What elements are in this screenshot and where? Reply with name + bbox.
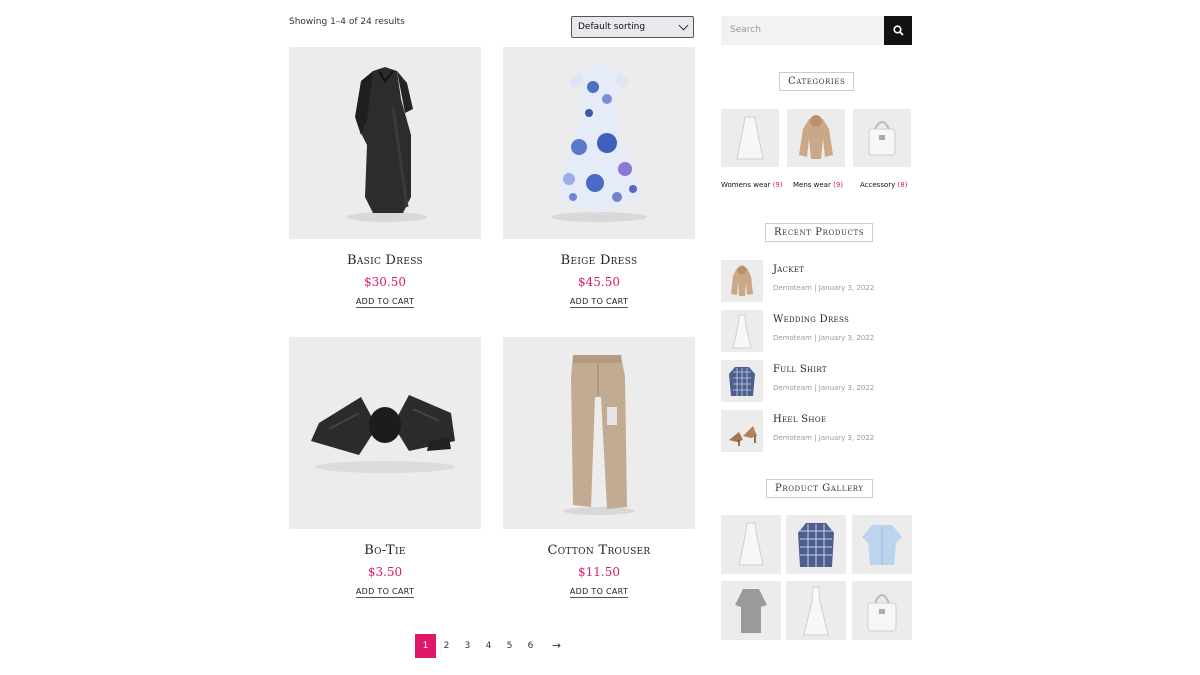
product-card: Cotton Trouser $11.50 ADD TO CART	[503, 337, 695, 598]
category-womens-wear-image[interactable]	[721, 109, 779, 167]
category-count: (9)	[833, 181, 844, 189]
recent-product-item: Heel Shoe Demoteam | January 3, 2022	[721, 410, 912, 452]
product-card: Basic Dress $30.50 ADD TO CART	[289, 47, 481, 308]
product-price: $3.50	[367, 565, 403, 579]
recent-product-title[interactable]: Wedding Dress	[773, 314, 849, 325]
add-to-cart-button[interactable]: ADD TO CART	[355, 587, 415, 598]
gallery-white-gown-image[interactable]	[786, 581, 846, 640]
category-label: Accessory	[860, 181, 896, 189]
recent-product-title[interactable]: Jacket	[773, 264, 804, 275]
product-title[interactable]: Basic Dress	[289, 253, 481, 268]
page-link-1[interactable]: 1	[415, 634, 436, 658]
page-link-5[interactable]: 5	[499, 634, 520, 658]
recent-product-meta: Demoteam | January 3, 2022	[773, 334, 875, 342]
jacket-thumbnail[interactable]	[721, 260, 763, 302]
pagination: 1 2 3 4 5 6 →	[415, 634, 572, 658]
product-card: Beige Dress $45.50 ADD TO CART	[503, 47, 695, 308]
product-card: Bo-Tie $3.50 ADD TO CART	[289, 337, 481, 598]
sort-select-value: Default sorting	[578, 22, 646, 32]
recent-product-item: Wedding Dress Demoteam | January 3, 2022	[721, 310, 912, 352]
gallery-handbag-image[interactable]	[852, 581, 912, 640]
category-accessory-image[interactable]	[853, 109, 911, 167]
product-title[interactable]: Cotton Trouser	[503, 543, 695, 558]
category-link-mens-wear[interactable]: Mens wear (9)	[793, 181, 843, 189]
gallery-grey-dress-image[interactable]	[721, 581, 781, 640]
categories-title: Categories	[779, 72, 855, 91]
sort-select[interactable]: Default sorting	[571, 16, 694, 38]
product-price: $11.50	[578, 565, 620, 579]
product-price: $30.50	[364, 275, 406, 289]
gallery-blue-shirt-image[interactable]	[852, 515, 912, 574]
wedding-dress-thumbnail[interactable]	[721, 310, 763, 352]
add-to-cart-button[interactable]: ADD TO CART	[355, 297, 415, 308]
category-count: (8)	[897, 181, 908, 189]
add-to-cart-button[interactable]: ADD TO CART	[569, 297, 629, 308]
trouser-image[interactable]	[503, 337, 695, 529]
add-to-cart-button[interactable]: ADD TO CART	[569, 587, 629, 598]
search-input[interactable]: Search	[721, 16, 884, 45]
black-dress-image[interactable]	[289, 47, 481, 239]
search-form: Search	[721, 16, 912, 45]
product-title[interactable]: Bo-Tie	[289, 543, 481, 558]
recent-product-item: Jacket Demoteam | January 3, 2022	[721, 260, 912, 302]
search-button[interactable]	[884, 16, 912, 45]
bow-tie-image[interactable]	[289, 337, 481, 529]
recent-products-title: Recent Products	[765, 223, 874, 242]
page-link-2[interactable]: 2	[436, 634, 457, 658]
heel-shoe-thumbnail[interactable]	[721, 410, 763, 452]
polka-dot-dress-image[interactable]	[503, 47, 695, 239]
full-shirt-thumbnail[interactable]	[721, 360, 763, 402]
search-icon	[892, 25, 904, 36]
chevron-down-icon	[678, 20, 689, 31]
product-price: $45.50	[578, 275, 620, 289]
product-gallery-title: Product Gallery	[766, 479, 873, 498]
recent-product-item: Full Shirt Demoteam | January 3, 2022	[721, 360, 912, 402]
category-label: Mens wear	[793, 181, 831, 189]
result-count: Showing 1–4 of 24 results	[289, 17, 405, 27]
category-link-womens-wear[interactable]: Womens wear (9)	[721, 181, 783, 189]
page-link-3[interactable]: 3	[457, 634, 478, 658]
page-link-4[interactable]: 4	[478, 634, 499, 658]
category-count: (9)	[772, 181, 783, 189]
gallery-plaid-shirt-image[interactable]	[786, 515, 846, 574]
category-label: Womens wear	[721, 181, 771, 189]
next-page-arrow[interactable]: →	[541, 634, 572, 658]
gallery-dress-image[interactable]	[721, 515, 781, 574]
product-title[interactable]: Beige Dress	[503, 253, 695, 268]
page-link-6[interactable]: 6	[520, 634, 541, 658]
recent-product-title[interactable]: Full Shirt	[773, 364, 827, 375]
recent-product-meta: Demoteam | January 3, 2022	[773, 434, 875, 442]
category-mens-wear-image[interactable]	[787, 109, 845, 167]
recent-product-meta: Demoteam | January 3, 2022	[773, 384, 875, 392]
recent-product-meta: Demoteam | January 3, 2022	[773, 284, 875, 292]
recent-product-title[interactable]: Heel Shoe	[773, 414, 826, 425]
category-link-accessory[interactable]: Accessory (8)	[860, 181, 907, 189]
